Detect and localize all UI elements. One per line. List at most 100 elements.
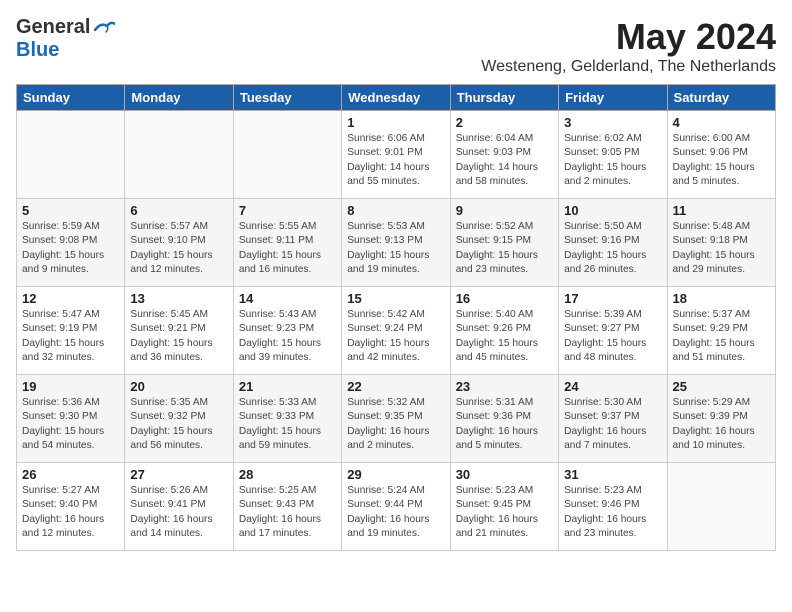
table-row: 6Sunrise: 5:57 AM Sunset: 9:10 PM Daylig… [125,199,233,287]
calendar-week-row: 1 Sunrise: 6:06 AM Sunset: 9:01 PM Daylig… [17,111,776,199]
day-info: Sunrise: 5:37 AM Sunset: 9:29 PM Dayligh… [673,308,770,365]
day-info: Sunrise: 6:00 AM Sunset: 9:06 PM Dayligh… [673,132,770,189]
table-row: 13 Sunrise: 5:45 AM Sunset: 9:21 PM Dayli… [125,287,233,375]
table-row: 22Sunrise: 5:32 AM Sunset: 9:35 PM Dayli… [342,375,450,463]
day-info: Sunrise: 5:23 AM Sunset: 9:46 PM Dayligh… [564,484,661,541]
day-info: Sunrise: 5:27 AM Sunset: 9:40 PM Dayligh… [22,484,119,541]
day-number: 2 [456,115,553,130]
table-row: 27Sunrise: 5:26 AM Sunset: 9:41 PM Dayli… [125,463,233,551]
day-number: 21 [239,379,336,394]
table-row: 16 Sunrise: 5:40 AM Sunset: 9:26 PM Dayli… [450,287,558,375]
day-info: Sunrise: 5:39 AM Sunset: 9:27 PM Dayligh… [564,308,661,365]
day-number: 14 [239,291,336,306]
table-row: 17 Sunrise: 5:39 AM Sunset: 9:27 PM Dayli… [559,287,667,375]
day-info: Sunrise: 5:31 AM Sunset: 9:36 PM Dayligh… [456,396,553,453]
day-info: Sunrise: 5:24 AM Sunset: 9:44 PM Dayligh… [347,484,444,541]
day-number: 16 [456,291,553,306]
header-sunday: Sunday [17,85,125,111]
table-row: 7Sunrise: 5:55 AM Sunset: 9:11 PM Daylig… [233,199,341,287]
day-number: 31 [564,467,661,482]
table-row: 8Sunrise: 5:53 AM Sunset: 9:13 PM Daylig… [342,199,450,287]
day-number: 12 [22,291,119,306]
table-row: 26 Sunrise: 5:27 AM Sunset: 9:40 PM Dayli… [17,463,125,551]
day-info: Sunrise: 5:53 AM Sunset: 9:13 PM Dayligh… [347,220,444,277]
calendar-week-row: 26 Sunrise: 5:27 AM Sunset: 9:40 PM Dayli… [17,463,776,551]
day-number: 17 [564,291,661,306]
day-info: Sunrise: 5:59 AM Sunset: 9:08 PM Dayligh… [22,220,119,277]
day-number: 18 [673,291,770,306]
day-number: 10 [564,203,661,218]
table-row: 3 Sunrise: 6:02 AM Sunset: 9:05 PM Daylig… [559,111,667,199]
table-row: 2 Sunrise: 6:04 AM Sunset: 9:03 PM Daylig… [450,111,558,199]
day-info: Sunrise: 5:45 AM Sunset: 9:21 PM Dayligh… [130,308,227,365]
day-info: Sunrise: 5:47 AM Sunset: 9:19 PM Dayligh… [22,308,119,365]
table-row [125,111,233,199]
day-number: 29 [347,467,444,482]
calendar-table: Sunday Monday Tuesday Wednesday Thursday… [16,84,776,551]
table-row: 10 Sunrise: 5:50 AM Sunset: 9:16 PM Dayli… [559,199,667,287]
day-number: 28 [239,467,336,482]
header-monday: Monday [125,85,233,111]
table-row: 9 Sunrise: 5:52 AM Sunset: 9:15 PM Daylig… [450,199,558,287]
day-info: Sunrise: 5:23 AM Sunset: 9:45 PM Dayligh… [456,484,553,541]
day-info: Sunrise: 5:40 AM Sunset: 9:26 PM Dayligh… [456,308,553,365]
table-row: 21Sunrise: 5:33 AM Sunset: 9:33 PM Dayli… [233,375,341,463]
header-thursday: Thursday [450,85,558,111]
table-row [667,463,775,551]
table-row: 31 Sunrise: 5:23 AM Sunset: 9:46 PM Dayli… [559,463,667,551]
table-row: 14 Sunrise: 5:43 AM Sunset: 9:23 PM Dayli… [233,287,341,375]
location-title: Westeneng, Gelderland, The Netherlands [481,58,776,76]
table-row: 18 Sunrise: 5:37 AM Sunset: 9:29 PM Dayli… [667,287,775,375]
day-number: 30 [456,467,553,482]
table-row [17,111,125,199]
table-row: 4 Sunrise: 6:00 AM Sunset: 9:06 PM Daylig… [667,111,775,199]
day-number: 3 [564,115,661,130]
day-info: Sunrise: 5:35 AM Sunset: 9:32 PM Dayligh… [130,396,227,453]
day-number: 19 [22,379,119,394]
day-number: 24 [564,379,661,394]
day-number: 20 [130,379,227,394]
day-info: Sunrise: 5:29 AM Sunset: 9:39 PM Dayligh… [673,396,770,453]
day-info: Sunrise: 5:50 AM Sunset: 9:16 PM Dayligh… [564,220,661,277]
table-row: 11Sunrise: 5:48 AM Sunset: 9:18 PM Dayli… [667,199,775,287]
day-number: 26 [22,467,119,482]
header-tuesday: Tuesday [233,85,341,111]
logo-bird-icon [93,20,115,36]
day-info: Sunrise: 5:55 AM Sunset: 9:11 PM Dayligh… [239,220,336,277]
day-info: Sunrise: 6:06 AM Sunset: 9:01 PM Dayligh… [347,132,444,189]
table-row: 20 Sunrise: 5:35 AM Sunset: 9:32 PM Dayli… [125,375,233,463]
day-info: Sunrise: 5:26 AM Sunset: 9:41 PM Dayligh… [130,484,227,541]
day-info: Sunrise: 5:30 AM Sunset: 9:37 PM Dayligh… [564,396,661,453]
day-number: 9 [456,203,553,218]
table-row: 28Sunrise: 5:25 AM Sunset: 9:43 PM Dayli… [233,463,341,551]
day-info: Sunrise: 5:57 AM Sunset: 9:10 PM Dayligh… [130,220,227,277]
day-number: 15 [347,291,444,306]
table-row: 19 Sunrise: 5:36 AM Sunset: 9:30 PM Dayli… [17,375,125,463]
day-info: Sunrise: 5:36 AM Sunset: 9:30 PM Dayligh… [22,396,119,453]
day-info: Sunrise: 5:52 AM Sunset: 9:15 PM Dayligh… [456,220,553,277]
day-number: 4 [673,115,770,130]
table-row [233,111,341,199]
day-number: 1 [347,115,444,130]
table-row: 29 Sunrise: 5:24 AM Sunset: 9:44 PM Dayli… [342,463,450,551]
day-number: 13 [130,291,227,306]
header: General Blue May 2024 Westeneng, Gelderl… [16,16,776,76]
table-row: 30 Sunrise: 5:23 AM Sunset: 9:45 PM Dayli… [450,463,558,551]
table-row: 25Sunrise: 5:29 AM Sunset: 9:39 PM Dayli… [667,375,775,463]
table-row: 23 Sunrise: 5:31 AM Sunset: 9:36 PM Dayli… [450,375,558,463]
day-number: 23 [456,379,553,394]
header-wednesday: Wednesday [342,85,450,111]
table-row: 5Sunrise: 5:59 AM Sunset: 9:08 PM Daylig… [17,199,125,287]
table-row: 1 Sunrise: 6:06 AM Sunset: 9:01 PM Daylig… [342,111,450,199]
day-info: Sunrise: 5:42 AM Sunset: 9:24 PM Dayligh… [347,308,444,365]
day-number: 22 [347,379,444,394]
logo-blue-text: Blue [16,39,59,61]
calendar-week-row: 5Sunrise: 5:59 AM Sunset: 9:08 PM Daylig… [17,199,776,287]
day-info: Sunrise: 6:02 AM Sunset: 9:05 PM Dayligh… [564,132,661,189]
month-title: May 2024 [481,16,776,58]
table-row: 15 Sunrise: 5:42 AM Sunset: 9:24 PM Dayli… [342,287,450,375]
header-saturday: Saturday [667,85,775,111]
calendar-week-row: 12 Sunrise: 5:47 AM Sunset: 9:19 PM Dayli… [17,287,776,375]
day-info: Sunrise: 5:43 AM Sunset: 9:23 PM Dayligh… [239,308,336,365]
day-info: Sunrise: 6:04 AM Sunset: 9:03 PM Dayligh… [456,132,553,189]
